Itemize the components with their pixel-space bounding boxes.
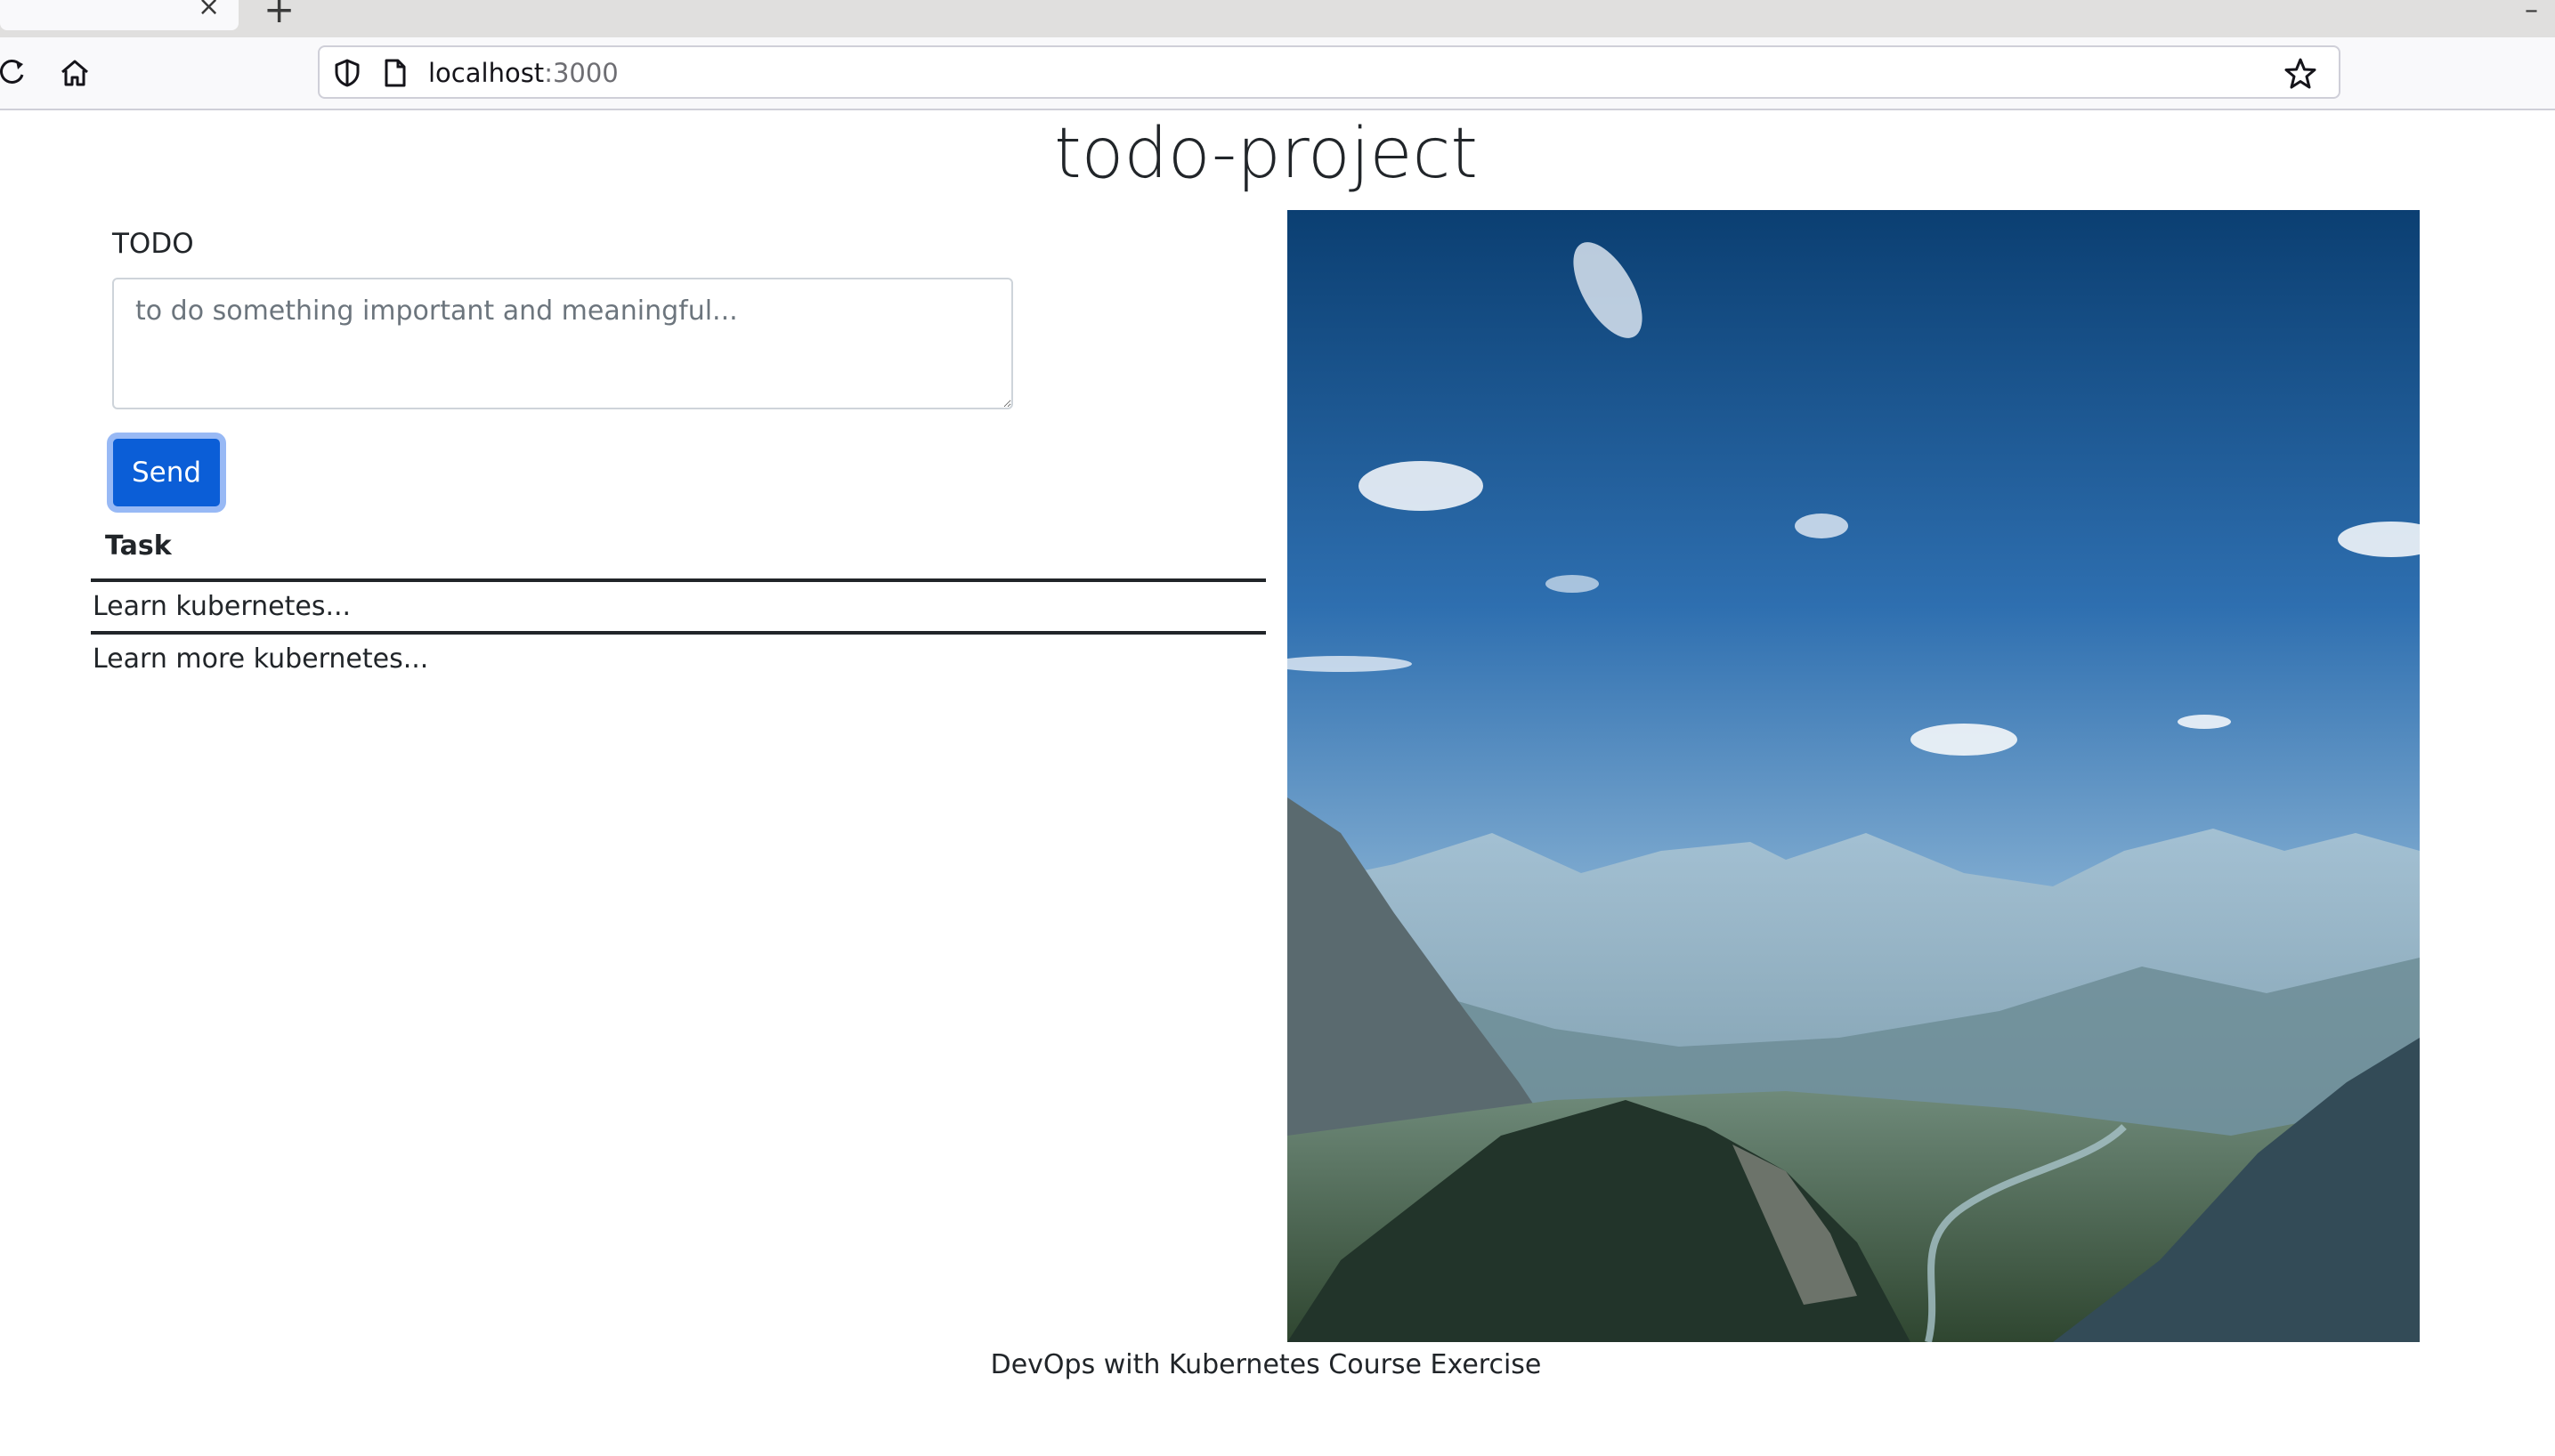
todo-label: TODO xyxy=(112,228,194,260)
table-row: Learn more kubernetes... xyxy=(91,633,1266,684)
address-bar[interactable]: localhost:3000 xyxy=(318,45,2340,99)
task-table: Task Learn kubernetes... Learn more kube… xyxy=(91,516,1266,684)
page-title: todo-project xyxy=(1054,114,1478,194)
browser-tab[interactable]: × xyxy=(0,0,239,30)
page-icon[interactable] xyxy=(382,58,409,88)
home-icon[interactable] xyxy=(57,55,93,91)
url-port: :3000 xyxy=(544,58,619,88)
url-text[interactable]: localhost:3000 xyxy=(428,58,619,88)
mountain-landscape-image xyxy=(1287,210,2420,1342)
task-cell: Learn more kubernetes... xyxy=(93,643,429,675)
shield-icon[interactable] xyxy=(332,58,362,88)
url-host: localhost xyxy=(428,58,545,88)
browser-tab-strip: × + – xyxy=(0,0,2555,37)
window-minimize-icon[interactable]: – xyxy=(2525,0,2538,26)
reload-icon[interactable] xyxy=(0,55,30,91)
task-column-header: Task xyxy=(91,516,1266,582)
send-button[interactable]: Send xyxy=(107,433,226,513)
todo-input[interactable] xyxy=(112,278,1013,409)
table-row: Learn kubernetes... xyxy=(91,580,1266,635)
footer-text: DevOps with Kubernetes Course Exercise xyxy=(990,1349,1542,1380)
bookmark-star-icon[interactable] xyxy=(2283,57,2317,91)
task-table-header-row: Task xyxy=(91,516,1266,582)
tab-close-icon[interactable]: × xyxy=(198,0,220,22)
new-tab-icon[interactable]: + xyxy=(264,0,295,31)
browser-navbar: localhost:3000 xyxy=(0,37,2555,110)
task-cell: Learn kubernetes... xyxy=(91,580,1266,635)
